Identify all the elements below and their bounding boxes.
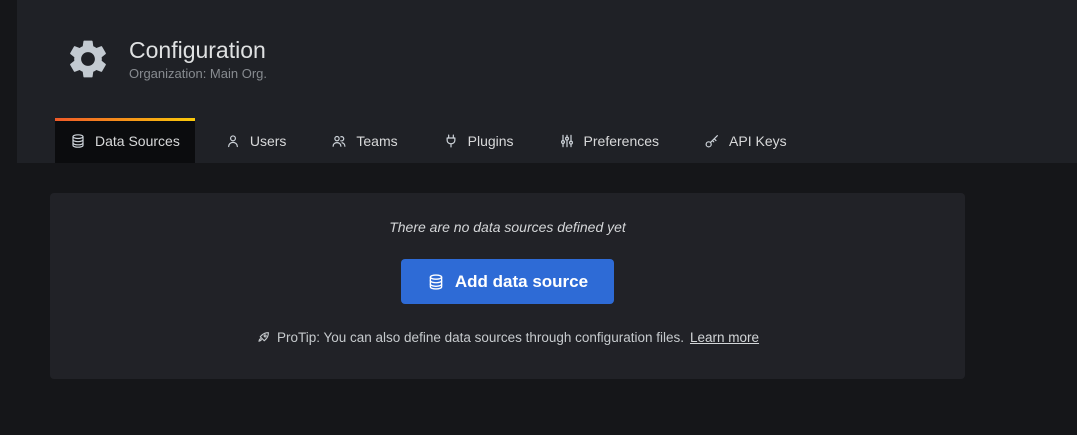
database-icon [70,133,86,149]
user-icon [225,133,241,149]
page-subtitle: Organization: Main Org. [129,66,267,81]
protip: ProTip: You can also define data sources… [50,330,965,345]
page-content: There are no data sources defined yet Ad… [0,163,1077,435]
plug-icon [443,133,459,149]
tab-users[interactable]: Users [210,118,302,163]
rocket-icon [256,330,271,345]
users-icon [331,133,347,149]
learn-more-link[interactable]: Learn more [690,330,759,345]
tab-data-sources[interactable]: Data Sources [55,118,195,163]
tab-preferences[interactable]: Preferences [544,118,674,163]
key-icon [704,133,720,149]
tab-bar: Data Sources Users Teams Plugins Prefere… [55,118,802,163]
tab-label: API Keys [729,133,787,149]
sliders-icon [559,133,575,149]
empty-state-panel: There are no data sources defined yet Ad… [50,193,965,379]
gear-icon [65,36,111,82]
add-data-source-button-label: Add data source [455,272,588,292]
protip-text: ProTip: You can also define data sources… [277,330,684,345]
tab-label: Users [250,133,287,149]
page-title: Configuration [129,37,267,63]
database-icon [427,273,445,291]
page-header: Configuration Organization: Main Org. Da… [17,0,1077,163]
tab-label: Teams [356,133,397,149]
empty-state-message: There are no data sources defined yet [50,219,965,235]
tab-teams[interactable]: Teams [316,118,412,163]
tab-label: Data Sources [95,133,180,149]
header-main: Configuration Organization: Main Org. [17,0,1077,82]
tab-api-keys[interactable]: API Keys [689,118,802,163]
tab-plugins[interactable]: Plugins [428,118,529,163]
header-titles: Configuration Organization: Main Org. [129,37,267,81]
add-data-source-button[interactable]: Add data source [401,259,614,304]
tab-label: Plugins [468,133,514,149]
tab-label: Preferences [584,133,659,149]
